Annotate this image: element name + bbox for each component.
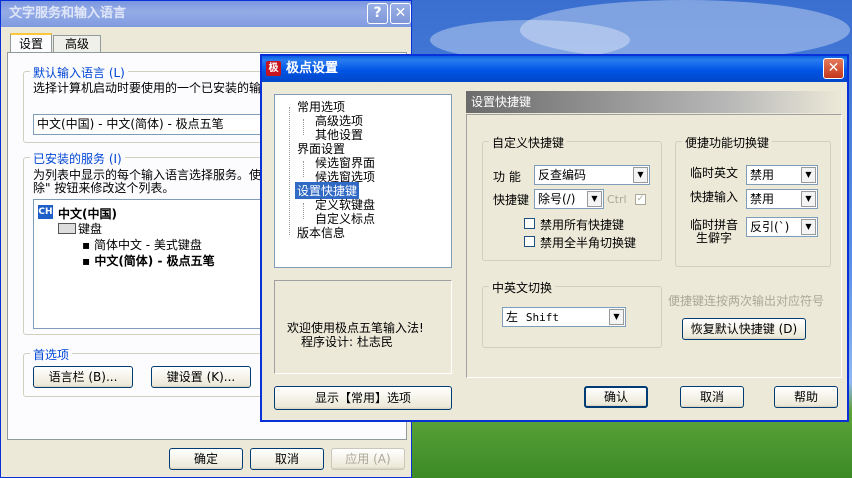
tab-settings[interactable]: 设置 xyxy=(10,33,52,53)
temp-english-select[interactable]: 禁用 ▼ xyxy=(746,165,818,185)
chevron-down-icon: ▼ xyxy=(609,309,624,325)
hotkey-select[interactable]: 除号(/) ▼ xyxy=(534,189,604,209)
window-title: 文字服务和输入语言 xyxy=(9,6,127,21)
hotkey-label: 快捷键 xyxy=(493,193,530,207)
switch-key-value: Shift xyxy=(525,311,559,324)
disable-all-hotkeys-label: 禁用所有快捷键 xyxy=(540,218,625,232)
quick-input-label: 快捷输入 xyxy=(690,190,739,204)
tree-lines xyxy=(289,107,291,235)
group-title: 中英文切换 xyxy=(489,279,556,296)
close-button[interactable]: ✕ xyxy=(390,3,411,24)
chevron-down-icon: ▼ xyxy=(801,219,816,235)
function-label: 功 能 xyxy=(493,170,521,184)
group-title: 首选项 xyxy=(30,346,73,363)
restore-default-hotkeys-button[interactable]: 恢复默认快捷键 (D) xyxy=(682,318,806,340)
switch-side-value: 左 xyxy=(506,310,519,324)
function-value: 反查编码 xyxy=(538,168,587,182)
section-title: 设置快捷键 xyxy=(471,95,532,109)
keyboard-icon xyxy=(58,223,76,234)
language-bar-button[interactable]: 语言栏 (B)... xyxy=(33,366,133,388)
key-settings-button[interactable]: 键设置 (K)... xyxy=(151,366,251,388)
help-button[interactable]: 帮助 xyxy=(774,386,838,408)
temp-english-value: 禁用 xyxy=(750,168,775,182)
cancel-button[interactable]: 取消 xyxy=(250,448,324,470)
close-button[interactable]: ✕ xyxy=(823,58,844,79)
chevron-down-icon: ▼ xyxy=(587,191,602,207)
temp-english-label: 临时英文 xyxy=(690,166,739,180)
tab-advanced[interactable]: 高级 xyxy=(53,35,101,53)
author-text: 程序设计: 杜志民 xyxy=(301,335,393,349)
hotkey-value: 除号(/) xyxy=(538,192,576,206)
app-icon-char: 极 xyxy=(268,63,279,74)
welcome-panel: 欢迎使用极点五笔输入法! 程序设计: 杜志民 xyxy=(274,280,452,374)
double-press-hint: 便捷键连按两次输出对应符号 xyxy=(668,294,825,308)
quick-input-select[interactable]: 禁用 ▼ xyxy=(746,189,818,209)
tree-keyboard[interactable]: 键盘 xyxy=(78,220,102,237)
chevron-down-icon: ▼ xyxy=(801,191,816,207)
settings-tree[interactable]: 常用选项 高级选项 其他设置 界面设置 候选窗界面 候选窗选项 设置快捷键 定义… xyxy=(274,94,452,268)
group-title: 已安装的服务 (I) xyxy=(30,150,125,167)
ch-badge-text: CH xyxy=(38,207,53,217)
rare-char-label: 生僻字 xyxy=(696,231,733,245)
chevron-down-icon: ▼ xyxy=(801,167,816,183)
tree-item-jidian-wubi[interactable]: ▪ 中文(简体) - 极点五笔 xyxy=(82,252,215,269)
show-common-options-button[interactable]: 显示【常用】选项 xyxy=(274,386,452,410)
disable-all-hotkeys-checkbox[interactable] xyxy=(524,218,535,229)
tree-lines xyxy=(303,161,305,177)
app-icon: 极 xyxy=(266,61,281,76)
quick-input-value: 禁用 xyxy=(750,192,775,206)
ctrl-label: Ctrl xyxy=(607,193,627,206)
tab-label: 设置 xyxy=(18,37,43,51)
group-title: 自定义快捷键 xyxy=(489,134,568,151)
default-language-desc: 选择计算机启动时要使用的一个已安装的输 xyxy=(33,81,262,95)
cn-en-switch-select[interactable]: 左 Shift ▼ xyxy=(502,307,626,327)
tree-item-label: 中文(简体) - 极点五笔 xyxy=(94,254,215,268)
window-title: 极点设置 xyxy=(286,61,339,76)
cancel-button[interactable]: 取消 xyxy=(680,386,744,408)
group-title: 便捷功能切换键 xyxy=(682,134,773,151)
ctrl-checkbox[interactable]: ✓ xyxy=(635,194,646,205)
installed-desc-2: 除" 按钮来修改这个列表。 xyxy=(33,181,175,195)
tab-label: 高级 xyxy=(64,37,89,51)
disable-fullwidth-checkbox[interactable] xyxy=(524,236,535,247)
installed-services-list[interactable]: CH 中文(中国) 键盘 ▪ 简体中文 - 美式键盘 ▪ 中文(简体) - 极点… xyxy=(33,199,273,329)
tree-lines xyxy=(303,119,305,135)
tree-item-label: 简体中文 - 美式键盘 xyxy=(93,238,202,252)
window-titlebar: 极点设置 xyxy=(262,56,847,82)
apply-button[interactable]: 应用 (A) xyxy=(331,448,405,470)
temp-pinyin-value: 反引(`) xyxy=(750,220,790,234)
ok-button[interactable]: 确定 xyxy=(169,448,243,470)
disable-fullwidth-label: 禁用全半角切换键 xyxy=(540,236,637,250)
temp-pinyin-select[interactable]: 反引(`) ▼ xyxy=(746,217,818,237)
tree-item-us-keyboard[interactable]: ▪ 简体中文 - 美式键盘 xyxy=(82,236,202,253)
default-language-select[interactable]: 中文(中国) - 中文(简体) - 极点五笔 xyxy=(33,114,265,135)
help-button[interactable]: ? xyxy=(367,3,388,24)
jidian-settings-window: 极点设置 极 ✕ 常用选项 高级选项 其他设置 界面设置 候选窗界面 候选窗选项… xyxy=(260,54,849,422)
tree-lines xyxy=(303,203,305,219)
window-titlebar: 文字服务和输入语言 xyxy=(1,1,411,27)
confirm-button[interactable]: 确认 xyxy=(584,386,648,408)
chevron-down-icon: ▼ xyxy=(633,167,648,183)
section-header: 设置快捷键 xyxy=(466,91,842,113)
default-language-value: 中文(中国) - 中文(简体) - 极点五笔 xyxy=(37,117,224,131)
tree-version-info[interactable]: 版本信息 xyxy=(297,224,345,241)
ch-language-icon: CH xyxy=(38,205,53,219)
function-select[interactable]: 反查编码 ▼ xyxy=(534,165,650,185)
